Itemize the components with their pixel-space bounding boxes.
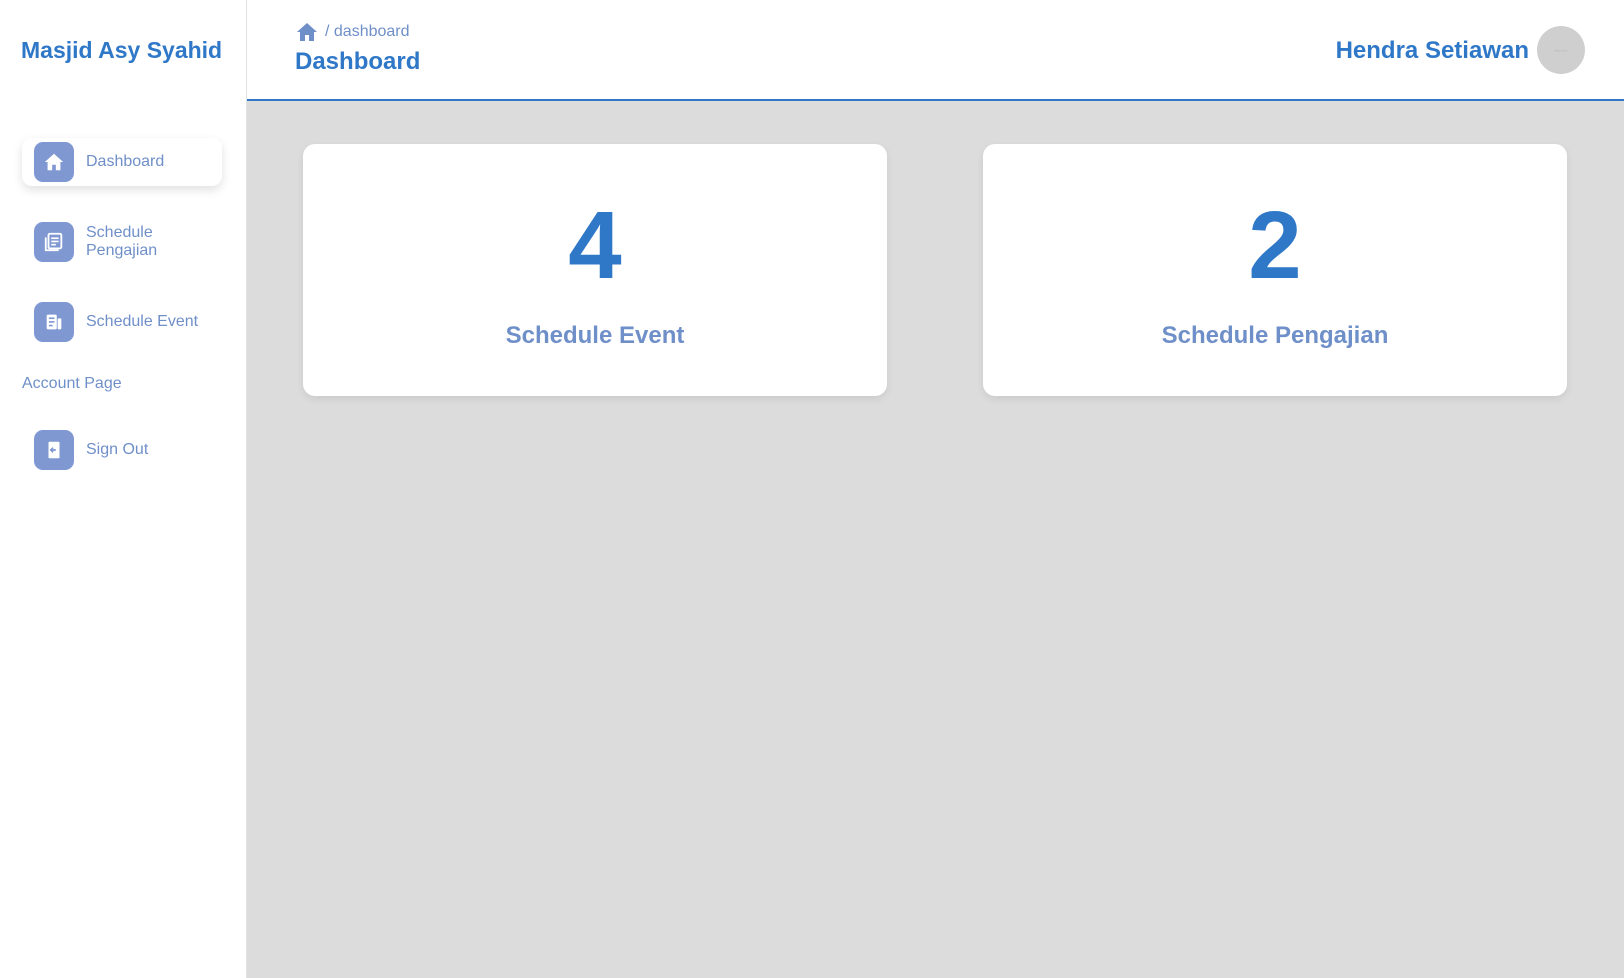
sidebar-item-label: Dashboard [86,153,165,170]
sidebar-item-label: Schedule Event [86,313,199,330]
stat-label: Schedule Pengajian [1161,322,1389,349]
account-section-label: Account Page [22,375,122,392]
brand-title[interactable]: Masjid Asy Syahid [0,0,246,101]
sidebar: Masjid Asy Syahid Dashboard Schedule Pen… [0,0,247,978]
sidebar-item-sign-out[interactable]: Sign Out [22,426,222,474]
breadcrumb-text: / dashboard [325,23,410,40]
sign-out-icon [34,430,74,470]
user-name[interactable]: Hendra Setiawan [1336,37,1529,65]
home-icon [34,142,74,182]
home-icon[interactable] [295,20,319,44]
avatar-text: Hen Ke [1554,47,1568,53]
sidebar-item-label: Sign Out [86,441,149,458]
document-list-icon [34,222,74,262]
stat-value: 4 [568,192,622,299]
top-bar: / dashboard Dashboard Hendra Setiawan He… [247,0,1624,101]
sidebar-item-dashboard[interactable]: Dashboard [22,138,222,186]
breadcrumb: / dashboard [295,20,410,44]
avatar[interactable]: Hen Ke [1537,26,1585,74]
stat-value: 2 [1248,192,1302,299]
event-icon [34,302,74,342]
sidebar-item-label: Schedule Pengajian [86,224,158,259]
stat-card-schedule-pengajian: 2 Schedule Pengajian [983,144,1567,396]
sidebar-item-schedule-pengajian[interactable]: Schedule Pengajian [22,218,222,266]
stat-label: Schedule Event [505,322,685,349]
sidebar-item-schedule-event[interactable]: Schedule Event [22,298,222,346]
page-title: Dashboard [295,48,421,75]
stat-card-schedule-event: 4 Schedule Event [303,144,887,396]
